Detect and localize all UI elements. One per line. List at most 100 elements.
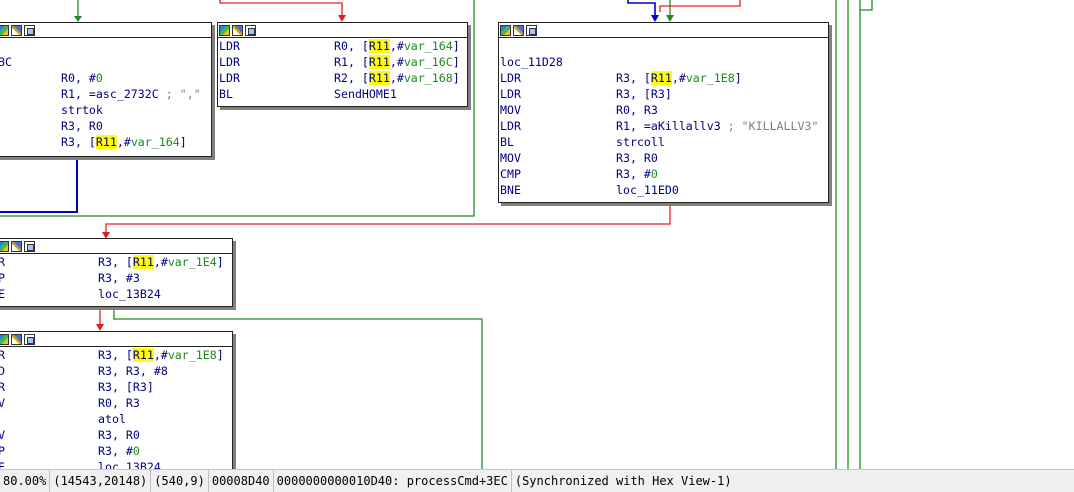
operand-text: R0, # — [61, 71, 96, 85]
graph-view-canvas[interactable]: BCR0, #0R1, =asc_2732C ; ","strtokR3, R0… — [0, 0, 1074, 469]
code-line[interactable]: V R0, R3 — [0, 395, 232, 411]
instruction-operands: R1, =aKillallv3 ; "KILLALLV3" — [616, 118, 818, 134]
code-block-3[interactable]: loc_11D28 LDR R3, [R11,#var_1E8] LDR R3, [R3… — [498, 22, 829, 203]
instruction-mnemonic: LDR — [219, 39, 240, 53]
variable-name: var_1E8 — [685, 71, 735, 85]
operand-text: R3, R0 — [98, 428, 140, 442]
operand-text: R3, # — [616, 167, 651, 181]
variable-name: var_16C — [403, 55, 453, 69]
code-line[interactable]: LDR R2, [R11,#var_168] — [218, 70, 467, 86]
code-line[interactable]: BL strcoll — [499, 134, 828, 150]
instruction-mnemonic: LDR — [500, 87, 521, 101]
instruction-operands: R3, #0 — [616, 166, 658, 182]
instruction-mnemonic: LDR — [500, 119, 521, 133]
code-line[interactable]: R R3, [R11,#var_1E4] — [0, 254, 232, 270]
instruction-mnemonic: D — [0, 363, 5, 379]
color-icon[interactable] — [0, 24, 9, 36]
edge-blue — [627, 0, 656, 20]
color-icon[interactable] — [0, 333, 9, 345]
color-icon[interactable] — [219, 24, 230, 36]
graph-icon[interactable] — [24, 24, 35, 36]
instruction-mnemonic: CMP — [500, 167, 521, 181]
variable-name: 0 — [650, 167, 658, 181]
code-line[interactable]: P R3, #3 — [0, 270, 232, 286]
code-line[interactable]: MOV R0, R3 — [499, 102, 828, 118]
color-icon[interactable] — [0, 240, 9, 252]
operand-text: ] — [734, 71, 742, 85]
instruction-mnemonic: BL — [219, 87, 233, 101]
variable-name: var_168 — [403, 71, 453, 85]
operand-text: strcoll — [616, 135, 665, 149]
code-line[interactable]: Eloc_13B24 — [0, 459, 232, 469]
instruction-operands: R2, [R11,#var_168] — [334, 70, 460, 86]
edit-icon[interactable] — [513, 24, 524, 36]
code-block-1[interactable]: BCR0, #0R1, =asc_2732C ; ","strtokR3, R0… — [0, 22, 212, 157]
code-line[interactable]: atol — [0, 411, 232, 427]
operand-text: SendHOME1 — [334, 87, 397, 101]
code-line[interactable]: LDR R1, [R11,#var_16C] — [218, 54, 467, 70]
code-line[interactable]: BL SendHOME1 — [218, 86, 467, 102]
code-line[interactable]: MOV R3, R0 — [499, 150, 828, 166]
instruction-operands: R3, R0 — [98, 427, 140, 443]
edit-icon[interactable] — [11, 333, 22, 345]
code-line[interactable]: R R3, [R3] — [0, 379, 232, 395]
edit-icon[interactable] — [232, 24, 243, 36]
operand-text: R3, [ — [616, 71, 651, 85]
zoom-level: 80.00% — [0, 470, 51, 492]
operand-text: ,# — [389, 55, 404, 69]
instruction-mnemonic: MOV — [500, 103, 521, 117]
color-icon[interactable] — [500, 24, 511, 36]
instruction-mnemonic: BL — [500, 135, 514, 149]
instruction-operands: atol — [98, 411, 126, 427]
code-line[interactable]: P R3, #0 — [0, 443, 232, 459]
code-line[interactable]: LDR R0, [R11,#var_164] — [218, 38, 467, 54]
code-block-4[interactable]: RR3, [R11,#var_1E4]PR3, #3Eloc_13B24 — [0, 238, 233, 307]
graph-icon[interactable] — [526, 24, 537, 36]
arrowhead — [666, 15, 674, 22]
graph-icon[interactable] — [24, 333, 35, 345]
code-line[interactable]: strtok — [0, 102, 211, 118]
graph-icon[interactable] — [245, 24, 256, 36]
code-line[interactable]: LDR R3, [R3] — [499, 86, 828, 102]
code-line[interactable] — [499, 38, 828, 54]
code-line[interactable]: LDR R1, =aKillallv3 ; "KILLALLV3" — [499, 118, 828, 134]
status-bar: 80.00% (14543,20148) (540,9) 00008D40 000000… — [0, 469, 1074, 492]
instruction-operands: strtok — [61, 102, 103, 118]
instruction-mnemonic: loc_11D28 — [500, 55, 563, 69]
graph-icon[interactable] — [24, 240, 35, 252]
instruction-operands: R3, R0 — [61, 118, 103, 134]
block-header — [0, 332, 232, 347]
edge-red — [659, 0, 741, 12]
operand-text: ,# — [116, 135, 131, 149]
arrowhead — [338, 15, 346, 22]
operand-text: R3, [ — [61, 135, 96, 149]
code-line[interactable]: R R3, [R11,#var_1E8] — [0, 347, 232, 363]
code-line[interactable]: BNE loc_11ED0 — [499, 182, 828, 198]
code-line[interactable]: R3, R0 — [0, 118, 211, 134]
instruction-mnemonic: E — [0, 459, 5, 469]
code-line[interactable]: R0, #0 — [0, 70, 211, 86]
instruction-operands: strcoll — [616, 134, 665, 150]
instruction-operands: R0, [R11,#var_164] — [334, 38, 460, 54]
arrowhead — [96, 324, 104, 331]
edge-green — [860, 0, 873, 11]
code-line[interactable]: CMP R3, #0 — [499, 166, 828, 182]
code-block-5[interactable]: RR3, [R11,#var_1E8]DR3, R3, #8RR3, [R3]V… — [0, 331, 233, 469]
code-line[interactable] — [0, 38, 211, 54]
code-line[interactable]: BC — [0, 54, 211, 70]
code-line[interactable]: LDR R3, [R11,#var_1E8] — [499, 70, 828, 86]
operand-text: loc_13B24 — [98, 460, 161, 469]
code-line[interactable]: R1, =asc_2732C ; "," — [0, 86, 211, 102]
code-line[interactable]: R3, [R11,#var_164] — [0, 134, 211, 150]
code-line[interactable]: Eloc_13B24 — [0, 286, 232, 302]
instruction-mnemonic: MOV — [500, 151, 521, 165]
code-line[interactable]: V R3, R0 — [0, 427, 232, 443]
edit-icon[interactable] — [11, 24, 22, 36]
code-block-2[interactable]: LDR R0, [R11,#var_164] LDR R1, [R11,#var_16… — [217, 22, 468, 107]
variable-name: 0 — [95, 71, 103, 85]
code-line[interactable]: loc_11D28 — [499, 54, 828, 70]
edit-icon[interactable] — [11, 240, 22, 252]
operand-text: R0, R3 — [616, 103, 658, 117]
code-line[interactable]: D R3, R3, #8 — [0, 363, 232, 379]
operand-text: loc_13B24 — [98, 287, 161, 301]
